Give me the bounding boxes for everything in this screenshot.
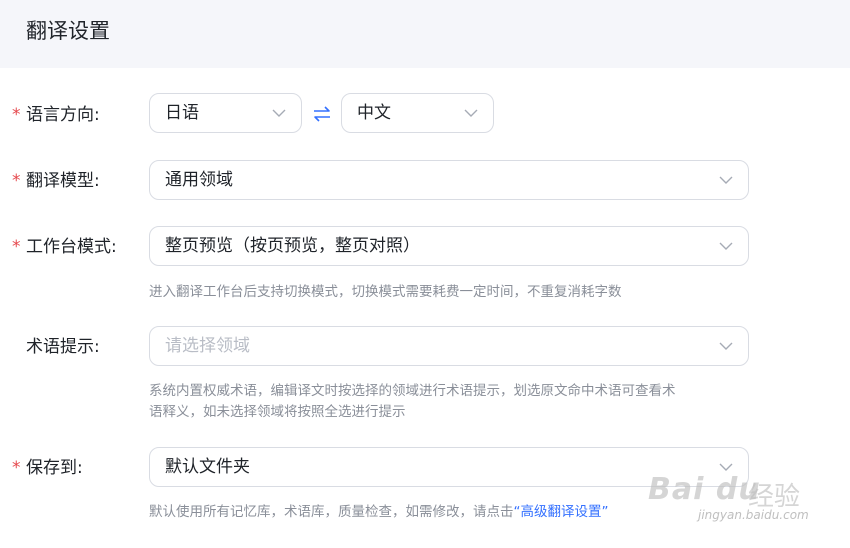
translation-model-label: * 翻译模型: [12,169,100,193]
translation-model-value: 通用领域 [165,170,233,190]
page-header: 翻译设置 [0,0,850,68]
chevron-down-icon [272,109,286,117]
required-mark: * [12,237,21,257]
watermark-text: 经验 [748,482,801,512]
chevron-down-icon [464,109,478,117]
workbench-mode-value: 整页预览（按页预览，整页对照） [165,236,420,256]
save-folder-select[interactable]: 默认文件夹 [149,447,749,487]
workbench-mode-label-text: 工作台模式: [26,237,117,257]
save-to-label: * 保存到: [12,456,83,480]
chevron-down-icon [719,463,733,471]
term-hint-label: 术语提示: [12,335,100,359]
term-hint-text-line1: 系统内置权威术语，编辑译文时按选择的领域进行术语提示，划选原文命中术语可查看术 [149,383,676,399]
required-mark: * [12,171,21,191]
advanced-settings-link[interactable]: “高级翻译设置” [514,504,609,520]
translation-model-select[interactable]: 通用领域 [149,160,749,200]
workbench-mode-label: * 工作台模式: [12,235,117,259]
save-to-label-text: 保存到: [26,458,83,478]
term-hint-label-text: 术语提示: [26,337,100,357]
save-to-hint-text: 默认使用所有记忆库，术语库，质量检查，如需修改，请点击 [149,504,514,520]
swap-arrows-icon[interactable] [311,103,333,125]
page-title: 翻译设置 [26,16,110,46]
source-language-select[interactable]: 日语 [149,93,302,133]
chevron-down-icon [719,176,733,184]
source-language-value: 日语 [165,103,199,123]
term-hint-text-line2: 语释义，如未选择领域将按照全选进行提示 [149,404,406,420]
required-mark: * [12,105,21,125]
language-direction-label: * 语言方向: [12,103,100,127]
chevron-down-icon [719,342,733,350]
save-folder-value: 默认文件夹 [165,457,250,477]
term-domain-placeholder: 请选择领域 [165,336,250,356]
workbench-mode-select[interactable]: 整页预览（按页预览，整页对照） [149,226,749,266]
workbench-mode-hint: 进入翻译工作台后支持切换模式，切换模式需要耗费一定时间，不重复消耗字数 [149,284,622,300]
target-language-select[interactable]: 中文 [341,93,494,133]
chevron-down-icon [719,242,733,250]
translation-model-label-text: 翻译模型: [26,171,100,191]
required-mark: * [12,458,21,478]
watermark-url: jingyan.baidu.com [698,508,809,522]
term-domain-select[interactable]: 请选择领域 [149,326,749,366]
target-language-value: 中文 [357,103,391,123]
language-direction-label-text: 语言方向: [26,105,100,125]
save-to-hint: 默认使用所有记忆库，术语库，质量检查，如需修改，请点击“高级翻译设置” [149,501,609,523]
